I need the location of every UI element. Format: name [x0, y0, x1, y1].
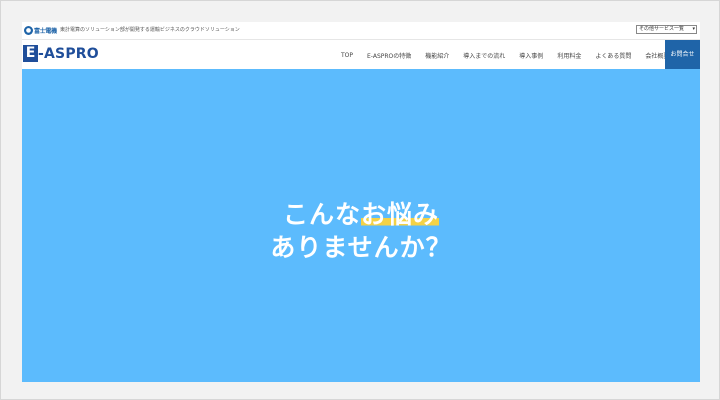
web-page: ● 富士電機 東計電算のソリューション部が開発する運輸ビジネスのクラウドソリュー…: [22, 22, 700, 382]
nav-item-cases[interactable]: 導入事例: [512, 51, 550, 60]
hero-section: こんなお悩み ありませんか？: [22, 69, 700, 382]
hero-heading-text: こんな: [282, 200, 361, 229]
nav-item-top[interactable]: TOP: [334, 52, 360, 59]
nav-item-faq[interactable]: よくある質問: [588, 51, 638, 60]
brand-logo[interactable]: E -ASPRO: [23, 45, 99, 62]
corporate-logo-icon: ●: [24, 25, 33, 35]
hero-heading-line1: こんなお悩み: [22, 195, 700, 231]
nav-item-flow[interactable]: 導入までの流れ: [456, 51, 512, 60]
hero-heading-line2: ありませんか？: [270, 233, 452, 262]
nav-item-functions[interactable]: 機能紹介: [418, 51, 456, 60]
screenshot-frame: ● 富士電機 東計電算のソリューション部が開発する運輸ビジネスのクラウドソリュー…: [0, 0, 720, 400]
site-header: E -ASPRO TOP E-ASPROの特徴 機能紹介 導入までの流れ 導入事…: [22, 39, 700, 70]
nav-item-pricing[interactable]: 利用料金: [550, 51, 588, 60]
corporate-logo-text: 富士電機: [34, 27, 57, 35]
chevron-down-icon: ▾: [692, 26, 695, 32]
top-strip: ● 富士電機 東計電算のソリューション部が開発する運輸ビジネスのクラウドソリュー…: [22, 22, 700, 39]
nav-item-features[interactable]: E-ASPROの特徴: [360, 51, 418, 60]
main-nav: TOP E-ASPROの特徴 機能紹介 導入までの流れ 導入事例 利用料金 よく…: [334, 40, 676, 70]
brand-logo-mark: E: [23, 45, 38, 62]
services-select-value: その他サービス一覧: [639, 26, 685, 32]
brand-logo-text: -ASPRO: [38, 45, 99, 62]
corporate-logo[interactable]: ● 富士電機: [24, 25, 57, 35]
site-tagline: 東計電算のソリューション部が開発する運輸ビジネスのクラウドソリューション: [60, 27, 240, 33]
hero-heading-highlight: お悩み: [361, 200, 440, 229]
services-select[interactable]: その他サービス一覧 ▾: [636, 25, 697, 34]
contact-button[interactable]: お問合せ: [665, 40, 700, 70]
